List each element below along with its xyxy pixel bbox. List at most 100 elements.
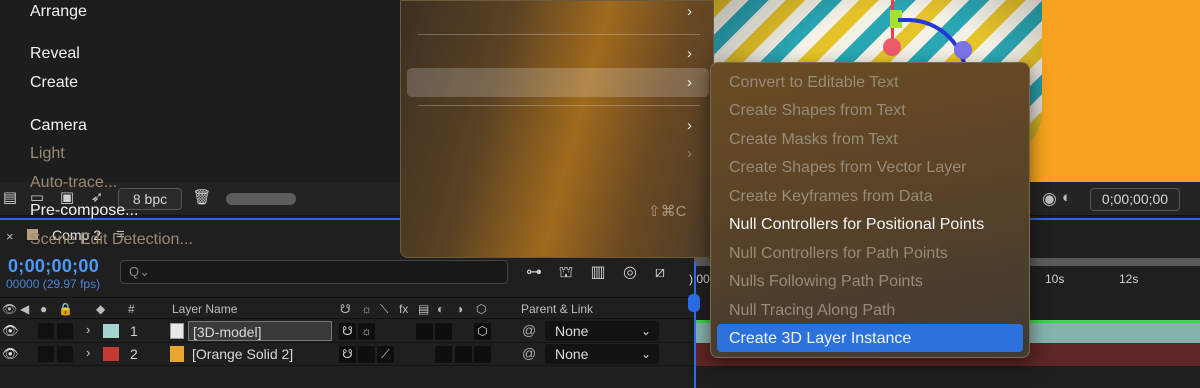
layer-name[interactable]: [Orange Solid 2] [188, 344, 332, 364]
chevron-right-icon: › [687, 3, 692, 20]
layer-row[interactable]: 👁 › 1 [3D-model] ☋ ☼ ⬡ @ None ⌄ [0, 320, 694, 343]
thumbnail-slider[interactable] [226, 193, 296, 205]
submenu-item-create-shapes-from-vector-layer[interactable]: Create Shapes from Vector Layer [729, 159, 966, 177]
collapse-icon[interactable]: ☼ [361, 302, 372, 316]
pickwhip-icon[interactable]: @ [522, 345, 536, 361]
motion-blur-icon[interactable]: ◎ [618, 262, 642, 284]
layer-label-color[interactable] [103, 347, 119, 361]
submenu-item-convert-to-editable-text[interactable]: Convert to Editable Text [729, 74, 899, 92]
parent-dropdown[interactable]: None ⌄ [545, 344, 659, 364]
ruler-tick: 12s [1119, 272, 1139, 286]
menu-item-auto-trace[interactable]: Auto-trace... [30, 174, 117, 192]
chevron-right-icon: › [687, 74, 692, 91]
submenu-item-create-keyframes-from-data[interactable]: Create Keyframes from Data [729, 188, 933, 206]
solo-toggle[interactable] [38, 323, 54, 339]
shy-switch[interactable]: ☋ [339, 323, 356, 340]
frame-blending-icon[interactable]: ▥ [586, 262, 610, 284]
lock-toggle[interactable] [57, 323, 73, 339]
label-icon[interactable]: ◆ [96, 302, 105, 316]
document-icon [170, 323, 184, 339]
parent-dropdown[interactable]: None ⌄ [545, 321, 659, 341]
quality-icon[interactable]: ⟍ [380, 302, 388, 317]
lock-toggle[interactable] [57, 346, 73, 362]
show-snapshot-icon[interactable]: ◐ [1062, 189, 1071, 206]
solo-icon[interactable]: ● [40, 302, 47, 316]
layer-search-input[interactable]: Q⌄ [120, 260, 508, 284]
hash-column[interactable]: # [128, 302, 135, 316]
submenu-item-nulls-following-path[interactable]: Nulls Following Path Points [729, 273, 923, 291]
layer-number: 2 [130, 346, 138, 362]
gizmo-red-handle[interactable] [883, 38, 901, 56]
viewer-timecode[interactable]: 0;00;00;00 [1090, 188, 1180, 211]
submenu-item-null-controllers-path[interactable]: Null Controllers for Path Points [729, 245, 948, 263]
frame-blend-icon[interactable]: ▤ [418, 302, 429, 316]
snapshot-camera-icon[interactable]: ◉ [1042, 189, 1057, 209]
ruler-tick: 10s [1045, 272, 1065, 286]
parent-value: None [555, 346, 589, 362]
pre-compose-shortcut: ⇧⌘C [648, 203, 687, 220]
menu-item-arrange[interactable]: Arrange [30, 3, 87, 21]
parent-link-column[interactable]: Parent & Link [521, 302, 593, 316]
3d-layer-switch[interactable]: ⬡ [474, 323, 491, 340]
menu-item-camera[interactable]: Camera [30, 117, 87, 135]
playhead-line[interactable] [694, 262, 696, 388]
layer-label-color[interactable] [103, 324, 119, 338]
collapse-switch[interactable] [358, 346, 375, 363]
comp-flowchart-icon[interactable]: ⊶ [522, 262, 546, 284]
3d-layer-switch[interactable] [474, 346, 491, 363]
graph-editor-icon[interactable]: ⧄ [648, 262, 672, 284]
submenu-item-create-3d-layer-instance[interactable]: Create 3D Layer Instance [729, 330, 911, 348]
playhead-handle[interactable] [688, 294, 700, 312]
submenu-item-create-masks-from-text[interactable]: Create Masks from Text [729, 131, 898, 149]
chevron-right-icon: › [687, 45, 692, 62]
solo-toggle[interactable] [38, 346, 54, 362]
layer-number: 1 [130, 323, 138, 339]
menu-item-light[interactable]: Light [30, 145, 65, 163]
menu-item-create[interactable]: Create [30, 74, 78, 92]
draft-3d-icon[interactable]: ⛫ [554, 262, 578, 284]
audio-icon[interactable]: ◀ [20, 302, 29, 316]
shy-switch[interactable]: ☋ [339, 346, 356, 363]
collapse-switch[interactable]: ☼ [358, 323, 375, 340]
layer-name-column[interactable]: Layer Name [172, 302, 237, 316]
chevron-right-icon: › [687, 145, 692, 162]
eye-icon[interactable]: 👁 [2, 302, 17, 316]
layer-column-header: 👁 ◀ ● 🔒 ◆ # Layer Name ☋ ☼ ⟍ fx ▤ ◐ ◑ ⬡ … [0, 297, 694, 319]
current-time-display[interactable]: 0;00;00;00 [8, 256, 99, 277]
submenu-item-null-tracing-along-path[interactable]: Null Tracing Along Path [729, 302, 895, 320]
layer-row[interactable]: 👁 › 2 [Orange Solid 2] ☋ ⟋ @ None ⌄ [0, 343, 694, 366]
menu-item-highlight [407, 68, 709, 97]
motion-blur-switch[interactable] [435, 323, 452, 340]
chevron-down-icon: ⌄ [640, 347, 651, 361]
solid-icon [170, 346, 184, 362]
frame-blend-switch[interactable] [435, 346, 452, 363]
menu-item-reveal[interactable]: Reveal [30, 45, 80, 63]
chevron-right-icon[interactable]: › [86, 322, 90, 337]
submenu-item-null-controllers-positional[interactable]: Null Controllers for Positional Points [729, 216, 984, 234]
submenu-item-create-shapes-from-text[interactable]: Create Shapes from Text [729, 102, 906, 120]
frame-blend-switch[interactable] [416, 323, 433, 340]
interpret-footage-icon[interactable]: ▤ [0, 189, 20, 207]
trash-icon[interactable]: 🗑 [192, 189, 212, 207]
adjustment-icon[interactable]: ◑ [456, 302, 463, 316]
eye-icon[interactable]: 👁 [2, 323, 19, 339]
pickwhip-icon[interactable]: @ [522, 322, 536, 338]
eye-icon[interactable]: 👁 [2, 346, 19, 362]
fx-column[interactable]: fx [399, 302, 408, 316]
parent-value: None [555, 323, 589, 339]
quality-switch[interactable]: ⟋ [377, 346, 394, 363]
close-tab-icon[interactable]: × [6, 229, 14, 244]
menu-item-pre-compose[interactable]: Pre-compose... [30, 202, 138, 220]
lock-icon[interactable]: 🔒 [58, 302, 73, 316]
layer-name[interactable]: [3D-model] [188, 321, 332, 341]
chevron-down-icon: ⌄ [640, 324, 651, 338]
cube-icon[interactable]: ⬡ [476, 302, 486, 316]
menu-item-scene-edit-detection[interactable]: Scene Edit Detection... [30, 231, 193, 249]
menu-separator [418, 34, 700, 35]
motion-blur-switch[interactable] [455, 346, 472, 363]
chevron-right-icon: › [687, 117, 692, 134]
gizmo-blue-handle[interactable] [954, 41, 972, 59]
shy-icon[interactable]: ☋ [340, 302, 351, 316]
chevron-right-icon[interactable]: › [86, 345, 90, 360]
motion-blur-column-icon[interactable]: ◐ [437, 302, 444, 316]
